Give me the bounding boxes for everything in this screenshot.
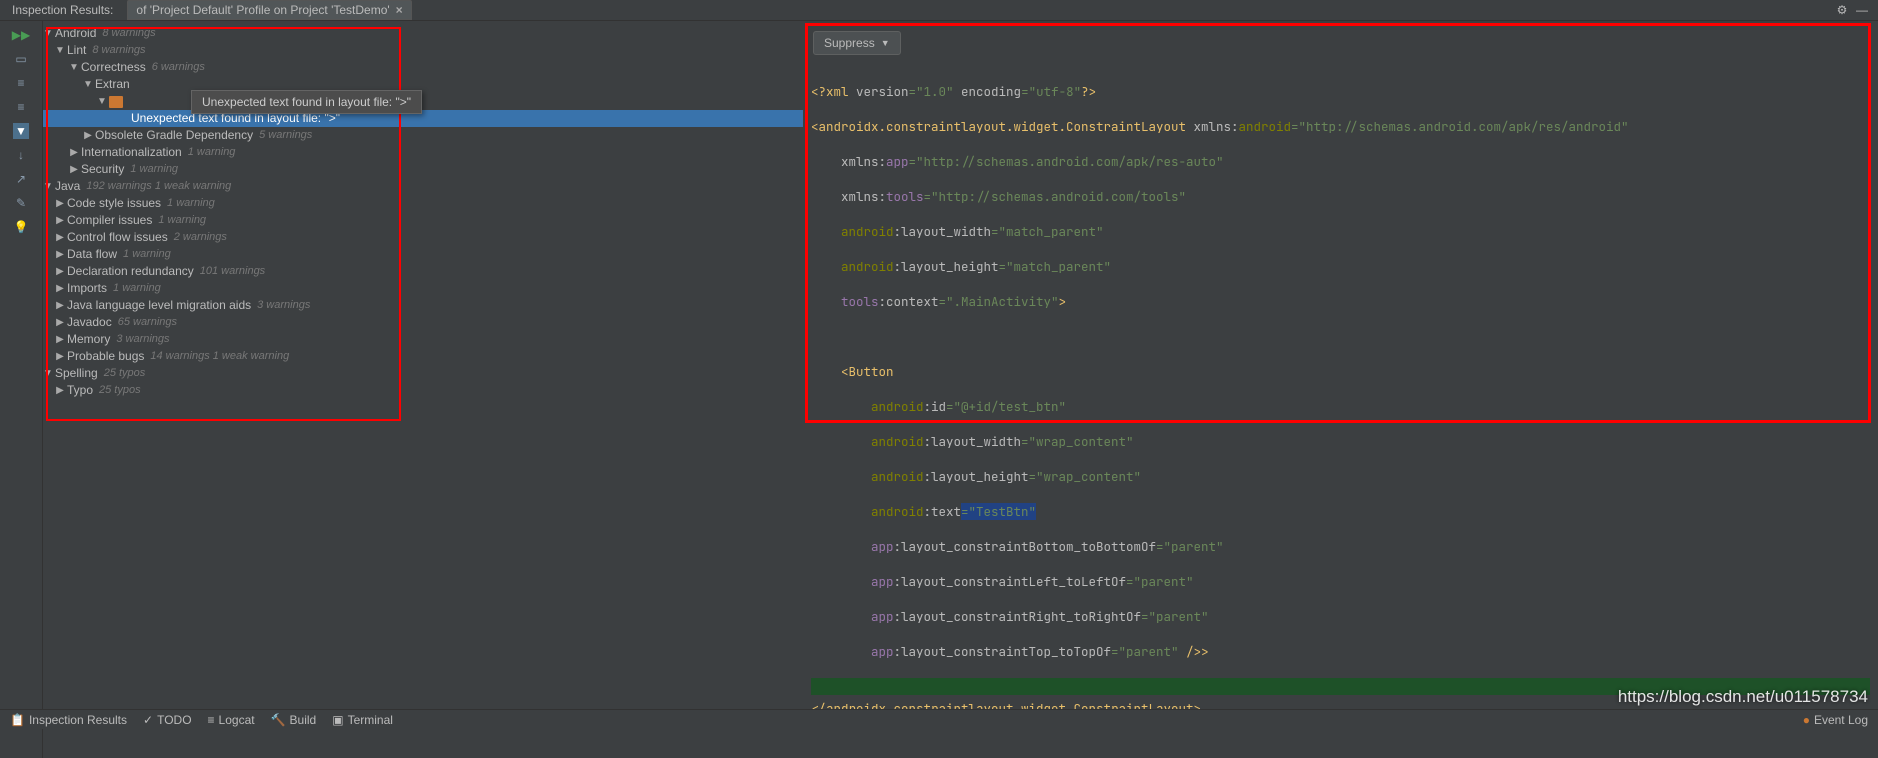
node-spelling[interactable]: Spelling25 typos — [43, 365, 803, 382]
down-icon[interactable]: ↓ — [13, 147, 29, 163]
node-lint[interactable]: Lint8 warnings — [43, 42, 803, 59]
suppress-label: Suppress — [824, 36, 875, 50]
wrench-icon[interactable]: ✎ — [13, 195, 29, 211]
inspection-icon: 📋 — [10, 713, 25, 727]
suppress-button[interactable]: Suppress ▼ — [813, 31, 901, 55]
node-data-flow[interactable]: Data flow1 warning — [43, 246, 803, 263]
issue-tooltip: Unexpected text found in layout file: ">… — [191, 90, 422, 114]
gear-icon[interactable]: ⚙ — [1834, 3, 1850, 17]
node-security[interactable]: Security1 warning — [43, 161, 803, 178]
status-bar: 📋Inspection Results ✓TODO ≡Logcat 🔨Build… — [0, 709, 1878, 729]
close-icon[interactable]: × — [396, 3, 403, 17]
bulb-icon[interactable]: 💡 — [13, 219, 29, 235]
node-decl-red[interactable]: Declaration redundancy101 warnings — [43, 263, 803, 280]
tab-logcat[interactable]: ≡Logcat — [208, 713, 255, 727]
node-typo[interactable]: Typo25 typos — [43, 382, 803, 399]
tab-inspection-results[interactable]: 📋Inspection Results — [10, 713, 127, 727]
tool-gutter: ▶▶ ▭ ≡ ≡ ▼ ↓ ↗ ✎ 💡 — [0, 21, 43, 758]
node-control-flow[interactable]: Control flow issues2 warnings — [43, 229, 803, 246]
node-probable[interactable]: Probable bugs14 warnings 1 weak warning — [43, 348, 803, 365]
node-imports[interactable]: Imports1 warning — [43, 280, 803, 297]
xml-file-icon — [109, 96, 123, 108]
filter-icon[interactable]: ▼ — [13, 123, 29, 139]
event-log-icon: ● — [1803, 713, 1810, 727]
up-icon[interactable]: ↗ — [13, 171, 29, 187]
node-obsolete[interactable]: Obsolete Gradle Dependency5 warnings — [43, 127, 803, 144]
node-java[interactable]: Java192 warnings 1 weak warning — [43, 178, 803, 195]
expand-icon[interactable]: ≡ — [13, 75, 29, 91]
node-memory[interactable]: Memory3 warnings — [43, 331, 803, 348]
node-file[interactable] — [43, 93, 803, 110]
node-android[interactable]: Android8 warnings — [43, 25, 803, 42]
code-preview-panel: Suppress ▼ <?xml version="1.0" encoding=… — [803, 21, 1878, 758]
tab-build[interactable]: 🔨Build — [271, 713, 317, 727]
tab-todo[interactable]: ✓TODO — [143, 713, 192, 727]
terminal-icon: ▣ — [332, 713, 343, 727]
node-java-lang[interactable]: Java language level migration aids3 warn… — [43, 297, 803, 314]
profile-tab-label: of 'Project Default' Profile on Project … — [136, 3, 389, 17]
tab-event-log[interactable]: ●Event Log — [1803, 713, 1868, 727]
tab-terminal[interactable]: ▣Terminal — [332, 713, 393, 727]
node-code-style[interactable]: Code style issues1 warning — [43, 195, 803, 212]
chevron-down-icon: ▼ — [881, 38, 890, 48]
profile-tab[interactable]: of 'Project Default' Profile on Project … — [127, 0, 411, 20]
node-javadoc[interactable]: Javadoc65 warnings — [43, 314, 803, 331]
run-icon[interactable]: ▶▶ — [13, 27, 29, 43]
code-area: <?xml version="1.0" encoding="utf-8"?> <… — [803, 59, 1878, 758]
logcat-icon: ≡ — [208, 713, 215, 727]
node-selected-issue[interactable]: Unexpected text found in layout file: ">… — [43, 110, 803, 127]
node-intl[interactable]: Internationalization1 warning — [43, 144, 803, 161]
node-extran[interactable]: Extran — [43, 76, 803, 93]
inspection-results-title: Inspection Results: — [8, 1, 117, 19]
build-icon: 🔨 — [271, 713, 286, 727]
minimize-icon[interactable]: — — [1854, 3, 1870, 17]
node-correctness[interactable]: Correctness6 warnings — [43, 59, 803, 76]
watermark-text: https://blog.csdn.net/u011578734 — [1618, 687, 1868, 707]
top-bar: Inspection Results: of 'Project Default'… — [0, 0, 1878, 21]
list-icon[interactable]: ▭ — [13, 51, 29, 67]
inspection-tree: Android8 warnings Lint8 warnings Correct… — [43, 21, 803, 758]
collapse-icon[interactable]: ≡ — [13, 99, 29, 115]
todo-icon: ✓ — [143, 713, 153, 727]
node-compiler[interactable]: Compiler issues1 warning — [43, 212, 803, 229]
